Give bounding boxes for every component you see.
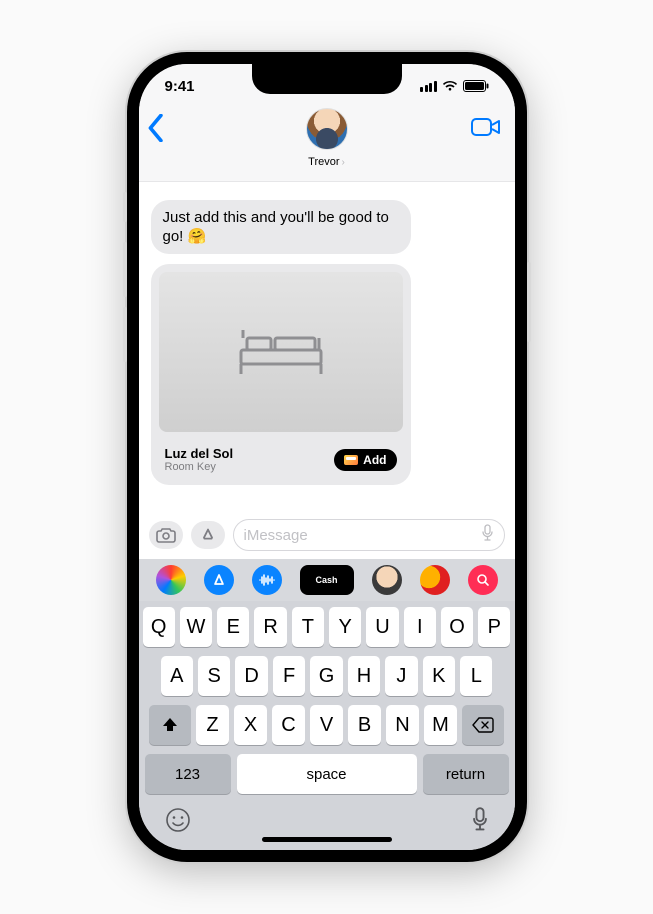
hashtag-images-app-icon[interactable]: [468, 565, 498, 595]
key-r[interactable]: R: [254, 607, 286, 647]
hug-emoji: 🤗: [188, 228, 207, 245]
animoji-app-icon[interactable]: [420, 565, 450, 595]
conversation-area[interactable]: Just add this and you'll be good to go! …: [139, 182, 515, 513]
bed-icon: [237, 324, 325, 380]
add-to-wallet-button[interactable]: Add: [334, 449, 396, 471]
keyboard-dictation-button[interactable]: [471, 807, 489, 833]
return-key[interactable]: return: [423, 754, 509, 794]
key-m[interactable]: M: [424, 705, 457, 745]
notch: [252, 64, 402, 94]
key-f[interactable]: F: [273, 656, 305, 696]
space-key[interactable]: space: [237, 754, 417, 794]
cellular-signal-icon: [420, 81, 437, 92]
shift-key[interactable]: [149, 705, 191, 745]
message-placeholder: iMessage: [244, 527, 308, 544]
numbers-key[interactable]: 123: [145, 754, 231, 794]
delete-key[interactable]: [462, 705, 504, 745]
attachment-footer: Luz del Sol Room Key Add: [151, 440, 411, 485]
keyboard: QWERTYUIOP ASDFGHJKL ZXCVBNM 123 space r…: [139, 601, 515, 850]
screen: 9:41 Trevor ›: [139, 64, 515, 850]
key-p[interactable]: P: [478, 607, 510, 647]
key-t[interactable]: T: [292, 607, 324, 647]
key-a[interactable]: A: [161, 656, 193, 696]
key-h[interactable]: H: [348, 656, 380, 696]
key-d[interactable]: D: [235, 656, 267, 696]
chevron-right-icon: ›: [342, 157, 345, 168]
key-q[interactable]: Q: [143, 607, 175, 647]
app-store-app-icon[interactable]: [204, 565, 234, 595]
photos-app-icon[interactable]: [156, 565, 186, 595]
conversation-header: Trevor ›: [139, 108, 515, 182]
contact-name-label: Trevor: [308, 156, 339, 168]
memoji-app-icon[interactable]: [372, 565, 402, 595]
video-camera-icon: [471, 116, 501, 138]
key-k[interactable]: K: [423, 656, 455, 696]
app-drawer-button[interactable]: [191, 521, 225, 549]
back-button[interactable]: [147, 114, 165, 147]
wallet-icon: [344, 455, 358, 465]
facetime-button[interactable]: [471, 116, 501, 143]
audio-app-icon[interactable]: [252, 565, 282, 595]
imessage-app-strip[interactable]: Cash: [139, 559, 515, 601]
camera-icon: [156, 527, 176, 543]
status-time: 9:41: [165, 78, 195, 95]
volume-down-button: [123, 307, 127, 362]
contact-avatar: [306, 108, 348, 150]
attachment-title: Luz del Sol: [165, 446, 234, 461]
key-c[interactable]: C: [272, 705, 305, 745]
phone-frame: 9:41 Trevor ›: [127, 52, 527, 862]
dictation-button[interactable]: [481, 524, 494, 546]
key-j[interactable]: J: [385, 656, 417, 696]
key-b[interactable]: B: [348, 705, 381, 745]
emoji-icon: [165, 807, 191, 833]
microphone-icon: [471, 807, 489, 833]
key-n[interactable]: N: [386, 705, 419, 745]
key-i[interactable]: I: [404, 607, 436, 647]
room-key-card-image: [159, 272, 403, 432]
key-y[interactable]: Y: [329, 607, 361, 647]
key-o[interactable]: O: [441, 607, 473, 647]
volume-up-button: [123, 242, 127, 297]
attachment-subtitle: Room Key: [165, 461, 234, 473]
backspace-icon: [472, 717, 494, 733]
battery-icon: [463, 80, 489, 92]
wallet-key-attachment[interactable]: Luz del Sol Room Key Add: [151, 264, 411, 485]
wifi-icon: [442, 80, 458, 92]
key-x[interactable]: X: [234, 705, 267, 745]
microphone-icon: [481, 524, 494, 542]
key-l[interactable]: L: [460, 656, 492, 696]
keyboard-bottom-row: [143, 803, 511, 833]
add-label: Add: [363, 453, 386, 467]
incoming-message-bubble[interactable]: Just add this and you'll be good to go! …: [151, 200, 411, 254]
chevron-left-icon: [147, 114, 165, 142]
key-v[interactable]: V: [310, 705, 343, 745]
mute-switch: [123, 192, 127, 222]
home-indicator[interactable]: [262, 837, 392, 842]
key-w[interactable]: W: [180, 607, 212, 647]
message-text-field[interactable]: iMessage: [233, 519, 505, 551]
emoji-keyboard-button[interactable]: [165, 807, 191, 833]
key-g[interactable]: G: [310, 656, 342, 696]
power-button: [527, 262, 531, 342]
shift-icon: [161, 716, 179, 734]
status-right: [420, 80, 489, 92]
app-store-icon: [198, 526, 218, 544]
key-e[interactable]: E: [217, 607, 249, 647]
camera-button[interactable]: [149, 521, 183, 549]
key-u[interactable]: U: [366, 607, 398, 647]
contact-info-button[interactable]: Trevor ›: [306, 108, 348, 170]
message-input-row: iMessage: [139, 513, 515, 559]
key-z[interactable]: Z: [196, 705, 229, 745]
apple-cash-app-icon[interactable]: Cash: [300, 565, 354, 595]
key-s[interactable]: S: [198, 656, 230, 696]
